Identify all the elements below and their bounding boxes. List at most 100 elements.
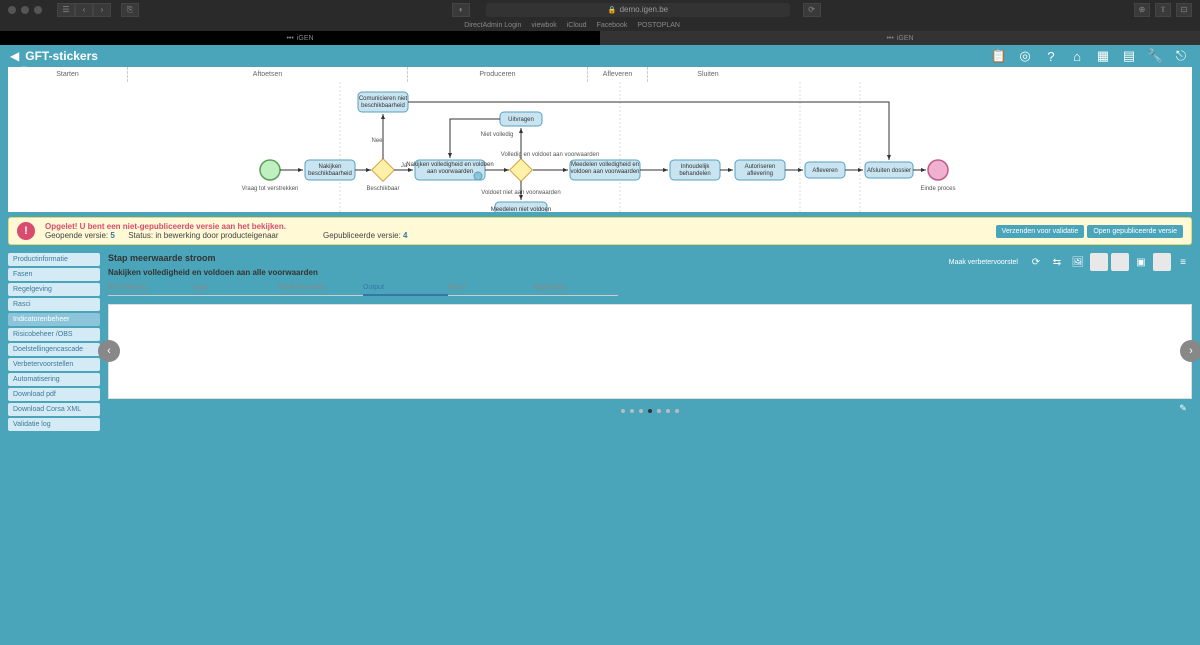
bpmn-start-event[interactable] xyxy=(260,160,280,180)
bookmark[interactable]: Facebook xyxy=(597,22,628,29)
tab-rasci[interactable]: Rasci xyxy=(448,281,533,296)
make-improvement-button[interactable]: Maak verbetervoorstel xyxy=(943,256,1024,269)
app: ◀ GFT-stickers 📋 ◎ ? ⌂ ▦ ▤ 🔧 ⎋ ? Starten… xyxy=(0,45,1200,645)
panel-next-button[interactable]: › xyxy=(1180,340,1200,362)
sidebar-item-verbetervoorstellen[interactable]: Verbetervoorstellen xyxy=(8,358,100,371)
chart-action-icon[interactable]: ▣ xyxy=(1132,253,1150,271)
logout-icon[interactable]: ⎋ xyxy=(1172,47,1190,65)
sidebar-item-validatie-log[interactable]: Validatie log xyxy=(8,418,100,431)
forward-icon[interactable]: › xyxy=(93,3,111,17)
refresh-icon[interactable]: ⟳ xyxy=(803,3,821,17)
blank-action-1[interactable] xyxy=(1090,253,1108,271)
tab-input[interactable]: Input xyxy=(193,281,278,296)
traffic-lights xyxy=(8,6,42,14)
dot-4[interactable] xyxy=(648,409,652,413)
wrench-icon[interactable]: 🔧 xyxy=(1146,47,1164,65)
svg-text:Autoriserenaflevering: Autoriserenaflevering xyxy=(745,164,776,177)
bookmark[interactable]: POSTOPLAN xyxy=(637,22,680,29)
sidebar-item-productinformatie[interactable]: Productinformatie xyxy=(8,253,100,266)
svg-text:Vraag tot verstrekken: Vraag tot verstrekken xyxy=(242,186,299,192)
panel-prev-button[interactable]: ‹ xyxy=(98,340,120,362)
help-icon[interactable]: ? xyxy=(1042,47,1060,65)
target-icon[interactable]: ◎ xyxy=(1016,47,1034,65)
warning-bar: ! Opgelet! U bent een niet-gepubliceerde… xyxy=(8,217,1192,245)
sidebar: Productinformatie Fasen Regelgeving Rasc… xyxy=(8,253,100,431)
stats-action-icon[interactable]: ≡ xyxy=(1174,253,1192,271)
upload-icon[interactable]: ⇪ xyxy=(1155,3,1171,17)
tab-output[interactable]: Output xyxy=(363,281,448,296)
download-icon[interactable]: ⊕ xyxy=(1134,3,1150,17)
svg-text:Uitvragen: Uitvragen xyxy=(508,117,534,123)
svg-text:Comunicieren nietbeschikbaarhe: Comunicieren nietbeschikbaarheid xyxy=(359,96,408,109)
share-icon[interactable]: ⎘ xyxy=(121,3,139,17)
tab-igen-1[interactable]: ••• iGEN xyxy=(0,31,600,45)
phase-sluiten: Sluiten xyxy=(648,67,768,82)
tab-beschrijving[interactable]: Beschrijving xyxy=(108,281,193,296)
maximize-window[interactable] xyxy=(34,6,42,14)
process-action-icon[interactable]: ⇆ xyxy=(1048,253,1066,271)
blank-action-3[interactable] xyxy=(1153,253,1171,271)
back-icon[interactable]: ‹ xyxy=(75,3,93,17)
close-window[interactable] xyxy=(8,6,16,14)
shield-icon[interactable]: ◐ xyxy=(452,3,470,17)
svg-text:Nee: Nee xyxy=(371,138,383,144)
back-arrow-icon[interactable]: ◀ xyxy=(10,49,19,63)
grid-icon[interactable]: ▤ xyxy=(1120,47,1138,65)
dot-7[interactable] xyxy=(675,409,679,413)
svg-text:Afsluiten dossier: Afsluiten dossier xyxy=(867,168,911,174)
main-content: Stap meerwaarde stroom Nakijken volledig… xyxy=(108,253,1192,431)
svg-text:Afleveren: Afleveren xyxy=(812,168,837,174)
tab-werkinstructies[interactable]: Werkinstructies xyxy=(278,281,363,296)
open-published-button[interactable]: Open gepubliceerde versie xyxy=(1087,225,1183,238)
dot-6[interactable] xyxy=(666,409,670,413)
sidebar-item-download-xml[interactable]: Download Corsa XML xyxy=(8,403,100,416)
bpmn-task-communiceren[interactable] xyxy=(358,92,408,112)
bookmark[interactable]: iCloud xyxy=(567,22,587,29)
sidebar-item-doelstellingen[interactable]: Doelstellingencascade xyxy=(8,343,100,356)
bookmarks-bar: DirectAdmin Login viewbok iCloud Faceboo… xyxy=(0,19,1200,31)
bpmn-end-event[interactable] xyxy=(928,160,948,180)
url-bar[interactable]: 🔒 demo.igen.be xyxy=(486,3,789,17)
sidebar-item-indicatorenbeheer[interactable]: Indicatorenbeheer xyxy=(8,313,100,326)
dot-2[interactable] xyxy=(630,409,634,413)
bookmark[interactable]: DirectAdmin Login xyxy=(464,22,521,29)
sidebar-item-risicobeheer[interactable]: Risicobeheer /OBS xyxy=(8,328,100,341)
sidebar-item-fasen[interactable]: Fasen xyxy=(8,268,100,281)
svg-text:Meedelen niet voldoen: Meedelen niet voldoen xyxy=(491,207,551,212)
svg-text:Ja: Ja xyxy=(401,163,408,169)
pagination-dots xyxy=(108,409,1192,413)
send-validation-button[interactable]: Verzenden voor validatie xyxy=(996,225,1085,238)
minimize-window[interactable] xyxy=(21,6,29,14)
tab-applicaties[interactable]: Applicaties xyxy=(533,281,618,296)
bpmn-task-autoriseren[interactable] xyxy=(735,160,785,180)
dot-3[interactable] xyxy=(639,409,643,413)
url-text: demo.igen.be xyxy=(620,5,668,14)
home-icon[interactable]: ⌂ xyxy=(1068,47,1086,65)
dot-5[interactable] xyxy=(657,409,661,413)
dot-1[interactable] xyxy=(621,409,625,413)
refresh-action-icon[interactable]: ⟳ xyxy=(1027,253,1045,271)
sidebar-item-automatisering[interactable]: Automatisering xyxy=(8,373,100,386)
image-action-icon[interactable]: 🖼 xyxy=(1069,253,1087,271)
svg-text:Meedelen volledigheid envoldoe: Meedelen volledigheid envoldoen aan voor… xyxy=(570,162,639,175)
sidebar-toggle-icon[interactable]: ☰ xyxy=(57,3,75,17)
page-title: GFT-stickers xyxy=(25,49,98,63)
diagram-area: Starten Aftoetsen Produceren Afleveren S… xyxy=(8,67,1192,212)
bookmark[interactable]: viewbok xyxy=(531,22,556,29)
phase-starten: Starten xyxy=(8,67,128,82)
bpmn-task-nakijken-beschikbaarheid[interactable] xyxy=(305,160,355,180)
bpmn-task-inhoudelijk[interactable] xyxy=(670,160,720,180)
blank-action-2[interactable] xyxy=(1111,253,1129,271)
edit-button[interactable]: ✎ xyxy=(1175,400,1191,416)
bpmn-gateway-beschikbaar[interactable] xyxy=(372,159,395,182)
bpmn-gateway-volledigheid[interactable] xyxy=(510,159,533,182)
tab-igen-2[interactable]: ••• iGEN xyxy=(600,31,1200,45)
clipboard-icon[interactable]: 📋 xyxy=(990,47,1008,65)
sidebar-item-download-pdf[interactable]: Download pdf xyxy=(8,388,100,401)
tabs-icon[interactable]: ⊡ xyxy=(1176,3,1192,17)
barcode-icon[interactable]: ▦ xyxy=(1094,47,1112,65)
sidebar-item-rasci[interactable]: Rasci xyxy=(8,298,100,311)
svg-text:Inhoudelijkbehandelen: Inhoudelijkbehandelen xyxy=(679,164,710,177)
svg-text:Volledig en voldoet aan voorwa: Volledig en voldoet aan voorwaarden xyxy=(501,152,599,158)
sidebar-item-regelgeving[interactable]: Regelgeving xyxy=(8,283,100,296)
